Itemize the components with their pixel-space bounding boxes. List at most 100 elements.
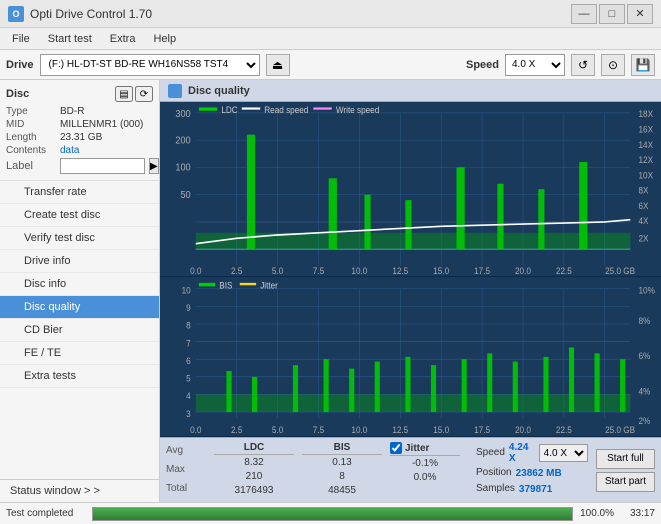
speed-select-small[interactable]: 4.0 X xyxy=(539,444,588,462)
cd-bier-label: CD Bier xyxy=(24,324,63,336)
svg-text:5.0: 5.0 xyxy=(272,266,284,276)
sidebar-item-create-test-disc[interactable]: Create test disc xyxy=(0,204,159,227)
samples-value: 379871 xyxy=(519,484,552,495)
svg-text:7.5: 7.5 xyxy=(313,425,324,436)
svg-text:0.0: 0.0 xyxy=(190,266,202,276)
refresh-button[interactable]: ↺ xyxy=(571,54,595,76)
svg-text:Write speed: Write speed xyxy=(336,105,380,115)
stats-bis-avg: 0.13 xyxy=(302,456,382,470)
disc-icon-btn2[interactable]: ⟳ xyxy=(135,86,153,102)
menu-starttest[interactable]: Start test xyxy=(40,31,100,47)
drive-select[interactable]: (F:) HL-DT-ST BD-RE WH16NS58 TST4 xyxy=(40,54,260,76)
maximize-button[interactable]: □ xyxy=(599,4,625,24)
stats-row: Avg Max Total LDC 8.32 210 3176493 BIS 0… xyxy=(160,438,661,502)
svg-text:200: 200 xyxy=(175,135,190,146)
stats-bis-total: 48455 xyxy=(302,484,382,498)
minimize-button[interactable]: — xyxy=(571,4,597,24)
disc-icon-btn1[interactable]: ▤ xyxy=(115,86,133,102)
menu-file[interactable]: File xyxy=(4,31,38,47)
stats-avg-label: Avg xyxy=(166,444,206,458)
svg-text:50: 50 xyxy=(180,190,190,201)
disc-label-key: Label xyxy=(6,160,56,172)
stats-ldc-col: LDC 8.32 210 3176493 xyxy=(214,442,294,498)
stats-ldc-header: LDC xyxy=(214,442,294,455)
sidebar-item-disc-quality[interactable]: Disc quality xyxy=(0,296,159,319)
start-part-button[interactable]: Start part xyxy=(596,472,655,492)
disc-contents-row: Contents data xyxy=(6,145,153,156)
disc-type-val: BD-R xyxy=(60,106,84,117)
svg-text:8: 8 xyxy=(186,321,191,332)
svg-text:14X: 14X xyxy=(639,140,654,150)
svg-text:Jitter: Jitter xyxy=(260,281,278,292)
samples-label: Samples xyxy=(476,482,515,496)
start-buttons: Start full Start part xyxy=(596,442,655,498)
transfer-rate-label: Transfer rate xyxy=(24,186,87,198)
menu-help[interactable]: Help xyxy=(145,31,184,47)
svg-text:300: 300 xyxy=(175,109,190,120)
svg-text:2X: 2X xyxy=(639,233,649,243)
svg-text:5.0: 5.0 xyxy=(272,425,283,436)
disc-mid-row: MID MILLENMR1 (000) xyxy=(6,119,153,130)
stats-speed-section: Speed 4.24 X 4.0 X Position 23862 MB Sam… xyxy=(476,442,588,498)
svg-text:BIS: BIS xyxy=(219,281,232,292)
svg-text:22.5: 22.5 xyxy=(556,266,572,276)
jitter-label: Jitter xyxy=(405,443,429,454)
stats-jitter-col: Jitter -0.1% 0.0% xyxy=(390,442,460,498)
stats-labels-col: Avg Max Total xyxy=(166,442,206,498)
eject-button[interactable]: ⏏ xyxy=(266,54,290,76)
svg-text:LDC: LDC xyxy=(221,105,237,115)
stats-max-label: Max xyxy=(166,463,206,477)
menu-extra[interactable]: Extra xyxy=(102,31,144,47)
svg-text:8%: 8% xyxy=(639,316,651,327)
progress-area: Test completed 100.0% 33:17 xyxy=(0,502,661,524)
sidebar-item-extra-tests[interactable]: Extra tests xyxy=(0,365,159,388)
svg-text:10%: 10% xyxy=(639,285,656,296)
svg-text:25.0 GB: 25.0 GB xyxy=(605,266,635,276)
stats-jitter-header: Jitter xyxy=(390,442,460,456)
disc-label-row: Label ▶ xyxy=(6,158,153,174)
sidebar-item-disc-info[interactable]: Disc info xyxy=(0,273,159,296)
window-controls: — □ ✕ xyxy=(571,4,653,24)
disc-quality-header: Disc quality xyxy=(160,80,661,102)
drive-label: Drive xyxy=(6,59,34,71)
disc-label-input[interactable] xyxy=(60,158,145,174)
fe-te-label: FE / TE xyxy=(24,347,61,359)
sidebar-item-transfer-rate[interactable]: Transfer rate xyxy=(0,181,159,204)
save-button[interactable]: 💾 xyxy=(631,54,655,76)
close-button[interactable]: ✕ xyxy=(627,4,653,24)
sidebar-item-verify-test-disc[interactable]: Verify test disc xyxy=(0,227,159,250)
titlebar-left: O Opti Drive Control 1.70 xyxy=(8,6,152,22)
jitter-checkbox[interactable] xyxy=(390,442,402,454)
progress-percent: 100.0% xyxy=(579,508,614,519)
svg-text:6: 6 xyxy=(186,356,191,367)
position-value: 23862 MB xyxy=(516,468,562,479)
status-window-label: Status window > > xyxy=(10,485,100,497)
svg-text:20.0: 20.0 xyxy=(515,266,531,276)
svg-text:25.0 GB: 25.0 GB xyxy=(605,425,635,436)
titlebar: O Opti Drive Control 1.70 — □ ✕ xyxy=(0,0,661,28)
stats-total-label: Total xyxy=(166,482,206,496)
svg-text:6%: 6% xyxy=(639,351,651,362)
disc-label-go-button[interactable]: ▶ xyxy=(149,158,159,174)
svg-text:12.5: 12.5 xyxy=(392,266,408,276)
sidebar-item-cd-bier[interactable]: CD Bier xyxy=(0,319,159,342)
svg-text:6X: 6X xyxy=(639,201,649,211)
start-full-button[interactable]: Start full xyxy=(596,449,655,469)
disc-length-row: Length 23.31 GB xyxy=(6,132,153,143)
app-title: Opti Drive Control 1.70 xyxy=(30,7,152,21)
sidebar-item-drive-info[interactable]: Drive info xyxy=(0,250,159,273)
disc-type-row: Type BD-R xyxy=(6,106,153,117)
status-window-button[interactable]: Status window > > xyxy=(0,479,159,502)
sidebar-item-fe-te[interactable]: FE / TE xyxy=(0,342,159,365)
main-area: Disc ▤ ⟳ Type BD-R MID MILLENMR1 (000) L… xyxy=(0,80,661,502)
scan-button[interactable]: ⊙ xyxy=(601,54,625,76)
disc-contents-key: Contents xyxy=(6,145,56,156)
stats-jitter-max: 0.0% xyxy=(390,471,460,485)
disc-length-val: 23.31 GB xyxy=(60,132,102,143)
speed-row-label: Speed xyxy=(476,446,505,460)
stats-bis-header: BIS xyxy=(302,442,382,455)
svg-text:2.5: 2.5 xyxy=(231,266,243,276)
disc-panel: Disc ▤ ⟳ Type BD-R MID MILLENMR1 (000) L… xyxy=(0,80,159,181)
speed-select[interactable]: 4.0 X xyxy=(505,54,565,76)
disc-quality-title: Disc quality xyxy=(188,85,250,97)
